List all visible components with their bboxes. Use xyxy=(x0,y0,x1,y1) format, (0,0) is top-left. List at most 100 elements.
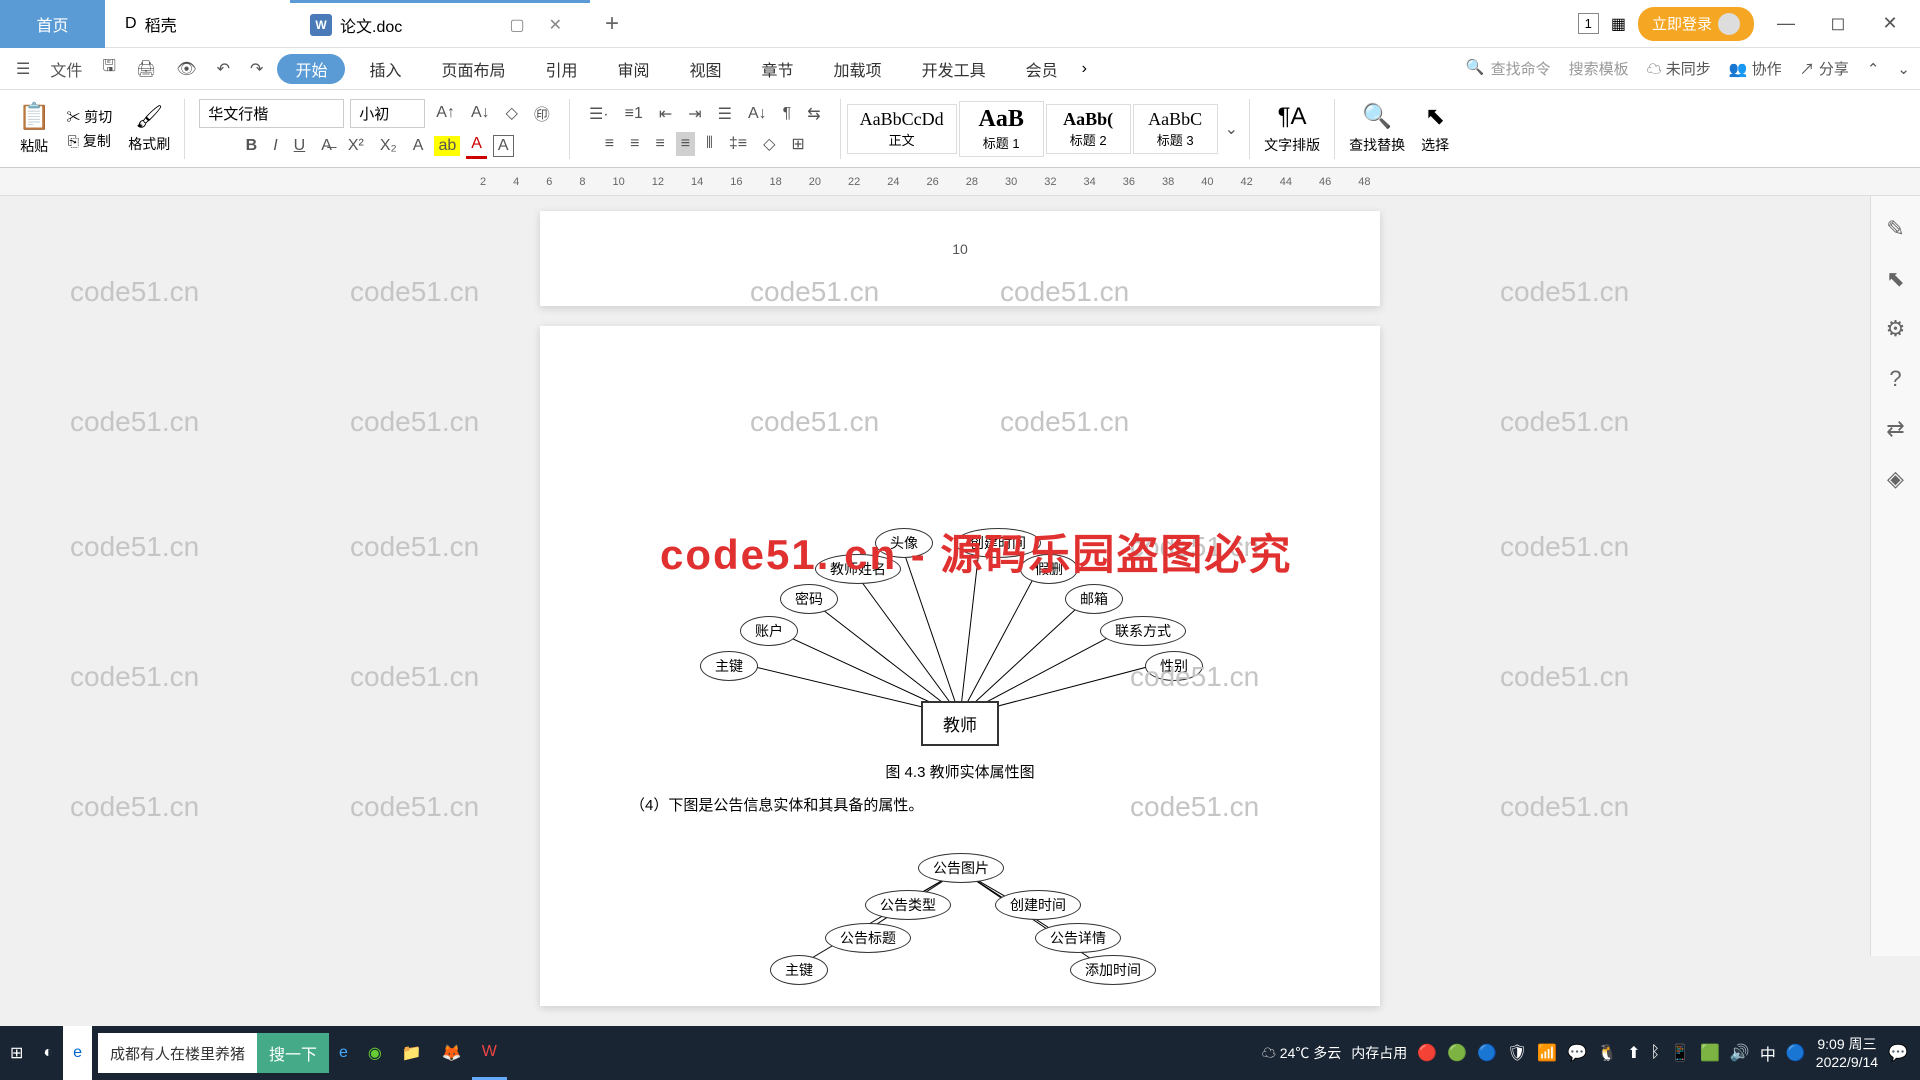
menu-devtools[interactable]: 开发工具 xyxy=(906,48,1002,89)
maximize-button[interactable]: ◻ xyxy=(1818,13,1858,34)
notifications-icon[interactable]: 💬 xyxy=(1888,1043,1908,1063)
font-color-button[interactable]: A xyxy=(466,132,487,159)
style-h2[interactable]: AaBb(标题 2 xyxy=(1046,104,1131,154)
clock[interactable]: 9:09 周三2022/9/14 xyxy=(1816,1035,1878,1071)
save-icon[interactable]: 🖫 xyxy=(96,55,122,82)
tray-icon[interactable]: 🔵 xyxy=(1786,1043,1806,1063)
task-cortana[interactable]: ◐ xyxy=(33,1026,63,1080)
search-template[interactable]: 搜索模板 xyxy=(1569,58,1629,79)
redo-icon[interactable]: ↷ xyxy=(244,59,269,79)
layout-icon[interactable]: 1 xyxy=(1578,13,1599,34)
italic-button[interactable]: I xyxy=(268,134,282,158)
login-button[interactable]: 立即登录 xyxy=(1638,7,1754,41)
tray-icon[interactable]: 🟢 xyxy=(1447,1043,1467,1063)
volume-icon[interactable]: 🔊 xyxy=(1730,1043,1750,1063)
task-edge[interactable]: e xyxy=(329,1026,358,1080)
indent-inc-icon[interactable]: ⇥ xyxy=(683,101,706,127)
tray-icon[interactable]: 💬 xyxy=(1567,1043,1587,1063)
task-ie[interactable]: e xyxy=(63,1026,92,1080)
cursor-icon[interactable]: ⬉ xyxy=(1886,266,1904,292)
shading-icon[interactable]: ◇ xyxy=(758,131,780,157)
text-layout-button[interactable]: ¶A文字排版 xyxy=(1256,90,1328,167)
sort-icon[interactable]: A↓ xyxy=(743,102,772,126)
menu-insert[interactable]: 插入 xyxy=(353,48,417,89)
styles-more-icon[interactable]: ⌄ xyxy=(1220,116,1243,142)
start-button[interactable]: ⊞ xyxy=(0,1026,33,1080)
grow-font-icon[interactable]: A↑ xyxy=(431,101,460,125)
document-canvas[interactable]: code51.cn code51.cn code51.cn code51.cn … xyxy=(0,196,1920,1026)
copy-button[interactable]: ⎘ 复制 xyxy=(68,131,111,151)
settings-icon[interactable]: ⚙ xyxy=(1886,316,1906,342)
menu-pagelayout[interactable]: 页面布局 xyxy=(425,48,521,89)
show-marks-icon[interactable]: ¶ xyxy=(778,102,797,126)
size-select[interactable]: 小初 xyxy=(350,99,425,128)
collapse-down-icon[interactable]: ⌄ xyxy=(1897,60,1910,78)
tab-docer[interactable]: D稻壳 xyxy=(105,0,290,48)
bold-button[interactable]: B xyxy=(241,134,263,158)
weather[interactable]: ☁ 24℃ 多云 xyxy=(1262,1043,1341,1063)
transfer-icon[interactable]: ⇄ xyxy=(1886,416,1904,442)
diamond-icon[interactable]: ◈ xyxy=(1887,466,1904,492)
tray-icon[interactable]: 🐧 xyxy=(1597,1043,1617,1063)
menu-chapter[interactable]: 章节 xyxy=(746,48,810,89)
share-button[interactable]: ↗ 分享 xyxy=(1800,58,1849,79)
format-painter[interactable]: 🖌格式刷 xyxy=(120,90,178,167)
char-border-icon[interactable]: A xyxy=(493,135,514,157)
distribute-icon[interactable]: ⫴ xyxy=(701,132,718,156)
tab-restore-icon[interactable]: ▢ xyxy=(501,15,532,35)
align-center-icon[interactable]: ≡ xyxy=(625,132,644,156)
sync-status[interactable]: ☁ 未同步 xyxy=(1647,58,1711,79)
wifi-icon[interactable]: 📶 xyxy=(1537,1043,1557,1063)
task-360[interactable]: ◉ xyxy=(358,1026,392,1080)
tray-icon[interactable]: 🔵 xyxy=(1477,1043,1497,1063)
task-explorer[interactable]: 📁 xyxy=(392,1026,432,1080)
ime-indicator[interactable]: 中 xyxy=(1760,1041,1776,1065)
tray-icon[interactable]: 🟩 xyxy=(1700,1043,1720,1063)
new-tab-button[interactable]: + xyxy=(590,10,634,38)
task-app1[interactable]: 🦊 xyxy=(432,1026,472,1080)
tab-icon[interactable]: ⇆ xyxy=(802,101,825,127)
pen-icon[interactable]: ✎ xyxy=(1886,216,1904,242)
font-select[interactable]: 华文行楷 xyxy=(199,99,344,128)
help-icon[interactable]: ? xyxy=(1889,366,1901,392)
tray-icon[interactable]: 🛡 xyxy=(1507,1043,1527,1063)
search-command[interactable]: 🔍 查找命令 xyxy=(1466,58,1551,79)
clear-format-icon[interactable]: ◇ xyxy=(501,100,523,126)
asian-layout-icon[interactable]: ☰ xyxy=(713,101,737,127)
underline-button[interactable]: U xyxy=(289,134,311,158)
collapse-up-icon[interactable]: ⌃ xyxy=(1867,60,1880,78)
preview-icon[interactable]: 👁 xyxy=(170,59,202,79)
taskbar-search-button[interactable]: 搜一下 xyxy=(257,1033,329,1073)
undo-icon[interactable]: ↶ xyxy=(211,59,236,79)
menu-review[interactable]: 审阅 xyxy=(602,48,666,89)
indent-dec-icon[interactable]: ⇤ xyxy=(654,101,677,127)
print-icon[interactable]: 🖨 xyxy=(130,59,162,79)
tray-icon[interactable]: ⬆ xyxy=(1627,1043,1640,1063)
bullets-icon[interactable]: ☰· xyxy=(584,101,614,127)
tab-home[interactable]: 首页 xyxy=(0,0,105,48)
tab-document[interactable]: W论文.doc▢✕ xyxy=(290,0,590,48)
tray-icon[interactable]: 🔴 xyxy=(1417,1043,1437,1063)
hamburger-icon[interactable]: ☰ xyxy=(10,59,36,79)
align-left-icon[interactable]: ≡ xyxy=(600,132,619,156)
menu-member[interactable]: 会员 xyxy=(1010,48,1074,89)
menu-reference[interactable]: 引用 xyxy=(529,48,593,89)
task-wps[interactable]: W xyxy=(472,1026,507,1080)
find-replace-button[interactable]: 🔍查找替换 xyxy=(1341,90,1413,167)
taskbar-search[interactable]: 成都有人在楼里养猪 xyxy=(98,1033,257,1073)
phonetic-icon[interactable]: ㊞ xyxy=(529,98,555,128)
menu-more-icon[interactable]: › xyxy=(1082,60,1087,78)
text-effect-icon[interactable]: A xyxy=(408,134,429,158)
menu-view[interactable]: 视图 xyxy=(674,48,738,89)
bluetooth-icon[interactable]: ᛒ xyxy=(1650,1044,1660,1062)
style-h1[interactable]: AaB标题 1 xyxy=(959,101,1044,157)
shrink-font-icon[interactable]: A↓ xyxy=(466,101,495,125)
subscript-button[interactable]: X₂ xyxy=(375,134,402,158)
select-button[interactable]: ⬉选择 xyxy=(1413,90,1457,167)
strike-button[interactable]: A̶ xyxy=(316,134,337,158)
numbering-icon[interactable]: ≡1 xyxy=(620,102,648,126)
superscript-button[interactable]: X² xyxy=(343,134,369,158)
collab-button[interactable]: 👥 协作 xyxy=(1729,58,1782,79)
apps-icon[interactable]: ▦ xyxy=(1611,14,1626,34)
memory-usage[interactable]: 内存占用 xyxy=(1351,1043,1407,1063)
